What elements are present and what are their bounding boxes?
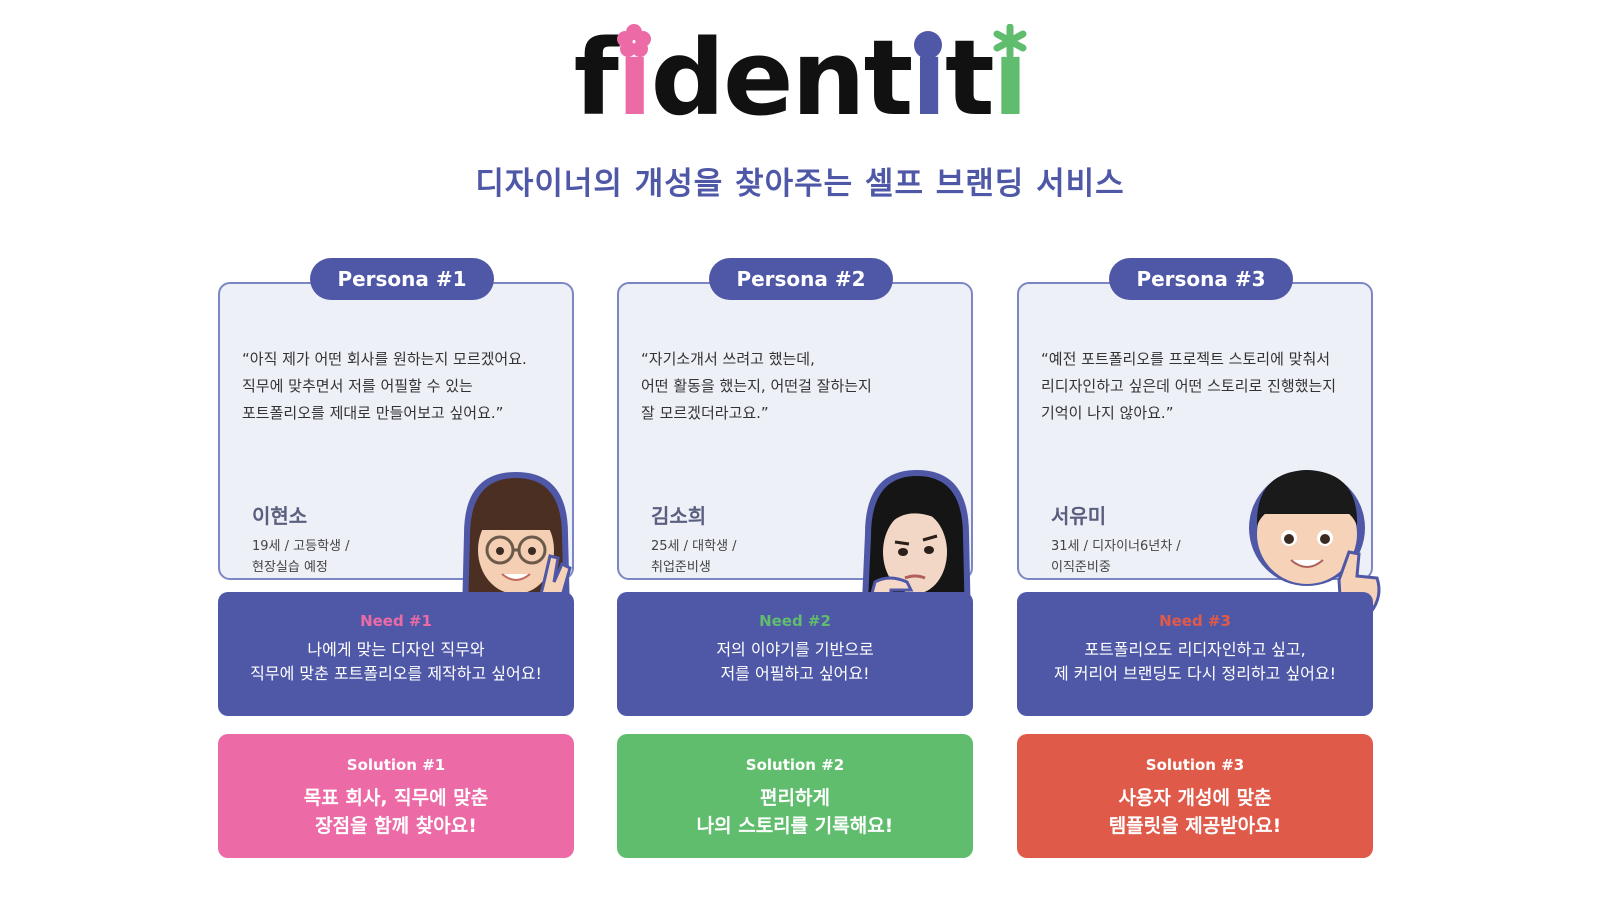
solution-box: Solution #1 목표 회사, 직무에 맞춘 장점을 함께 찾아요! <box>218 734 574 858</box>
service-tagline: 디자이너의 개성을 찾아주는 셀프 브랜딩 서비스 <box>475 166 1125 202</box>
persona-tag: Persona #1 <box>310 258 494 300</box>
need-text: 저의 이야기를 기반으로 저를 어필하고 싶어요! <box>716 640 874 683</box>
persona-info: 19세 / 고등학생 / 현장실습 예정 <box>252 539 350 575</box>
persona-info: 31세 / 디자이너6년차 / 이직준비중 <box>1051 539 1181 575</box>
logo-dent: dent <box>650 17 914 139</box>
solution-box: Solution #2 편리하게 나의 스토리를 기록해요! <box>617 734 973 858</box>
solution-title: Solution #3 <box>1145 756 1245 774</box>
need-title: Need #2 <box>759 612 831 630</box>
solution-text: 편리하게 나의 스토리를 기록해요! <box>696 787 894 837</box>
solution-text: 사용자 개성에 맞춘 템플릿을 제공받아요! <box>1108 787 1282 837</box>
persona-tag: Persona #3 <box>1109 258 1293 300</box>
need-box: Need #2 저의 이야기를 기반으로 저를 어필하고 싶어요! <box>617 592 973 716</box>
solution-title: Solution #1 <box>346 756 446 774</box>
logo-f: f <box>573 17 619 139</box>
need-title: Need #1 <box>360 612 432 630</box>
need-box: Need #1 나에게 맞는 디자인 직무와 직무에 맞춘 포트폴리오를 제작하… <box>218 592 574 716</box>
need-box: Need #3 포트폴리오도 리디자인하고 싶고, 제 커리어 브랜딩도 다시 … <box>1017 592 1373 716</box>
persona-name: 서유미 <box>1051 504 1107 528</box>
persona-card: “아직 제가 어떤 회사를 원하는지 모르겠어요. 직무에 맞추면서 저를 어필… <box>218 282 574 623</box>
persona-card: “자기소개서 쓰려고 했는데, 어떤 활동을 했는지, 어떤걸 잘하는지 잘 모… <box>617 282 973 624</box>
solution-text: 목표 회사, 직무에 맞춘 장점을 함께 찾아요! <box>303 787 489 837</box>
persona-quote: “자기소개서 쓰려고 했는데, 어떤 활동을 했는지, 어떤걸 잘하는지 잘 모… <box>641 350 872 422</box>
fidentiti-logo: fı dentı tı <box>0 17 1600 139</box>
need-title: Need #3 <box>1159 612 1231 630</box>
logo-i-dot: ı <box>911 17 947 139</box>
persona-quote: “아직 제가 어떤 회사를 원하는지 모르겠어요. 직무에 맞추면서 저를 어필… <box>242 350 527 422</box>
solution-box: Solution #3 사용자 개성에 맞춘 템플릿을 제공받아요! <box>1017 734 1373 858</box>
asterisk-icon <box>993 24 1026 58</box>
persona-tag: Persona #2 <box>709 258 893 300</box>
logo-i-star: ı <box>992 17 1028 139</box>
logo-i-flower: ı <box>616 17 653 139</box>
persona-quote: “예전 포트폴리오를 프로젝트 스토리에 맞춰서 리디자인하고 싶은데 어떤 스… <box>1041 350 1337 422</box>
logo-t: t <box>944 17 995 139</box>
solution-title: Solution #2 <box>745 756 845 774</box>
persona-name: 이현소 <box>252 504 308 528</box>
need-text: 나에게 맞는 디자인 직무와 직무에 맞춘 포트폴리오를 제작하고 싶어요! <box>250 640 542 683</box>
persona-name: 김소희 <box>651 504 707 528</box>
need-text: 포트폴리오도 리디자인하고 싶고, 제 커리어 브랜딩도 다시 정리하고 싶어요… <box>1053 640 1337 683</box>
flower-icon <box>616 24 651 57</box>
persona-info: 25세 / 대학생 / 취업준비생 <box>651 539 737 575</box>
persona-card: “예전 포트폴리오를 프로젝트 스토리에 맞춰서 리디자인하고 싶은데 어떤 스… <box>1017 282 1381 614</box>
dot-icon <box>914 31 943 59</box>
